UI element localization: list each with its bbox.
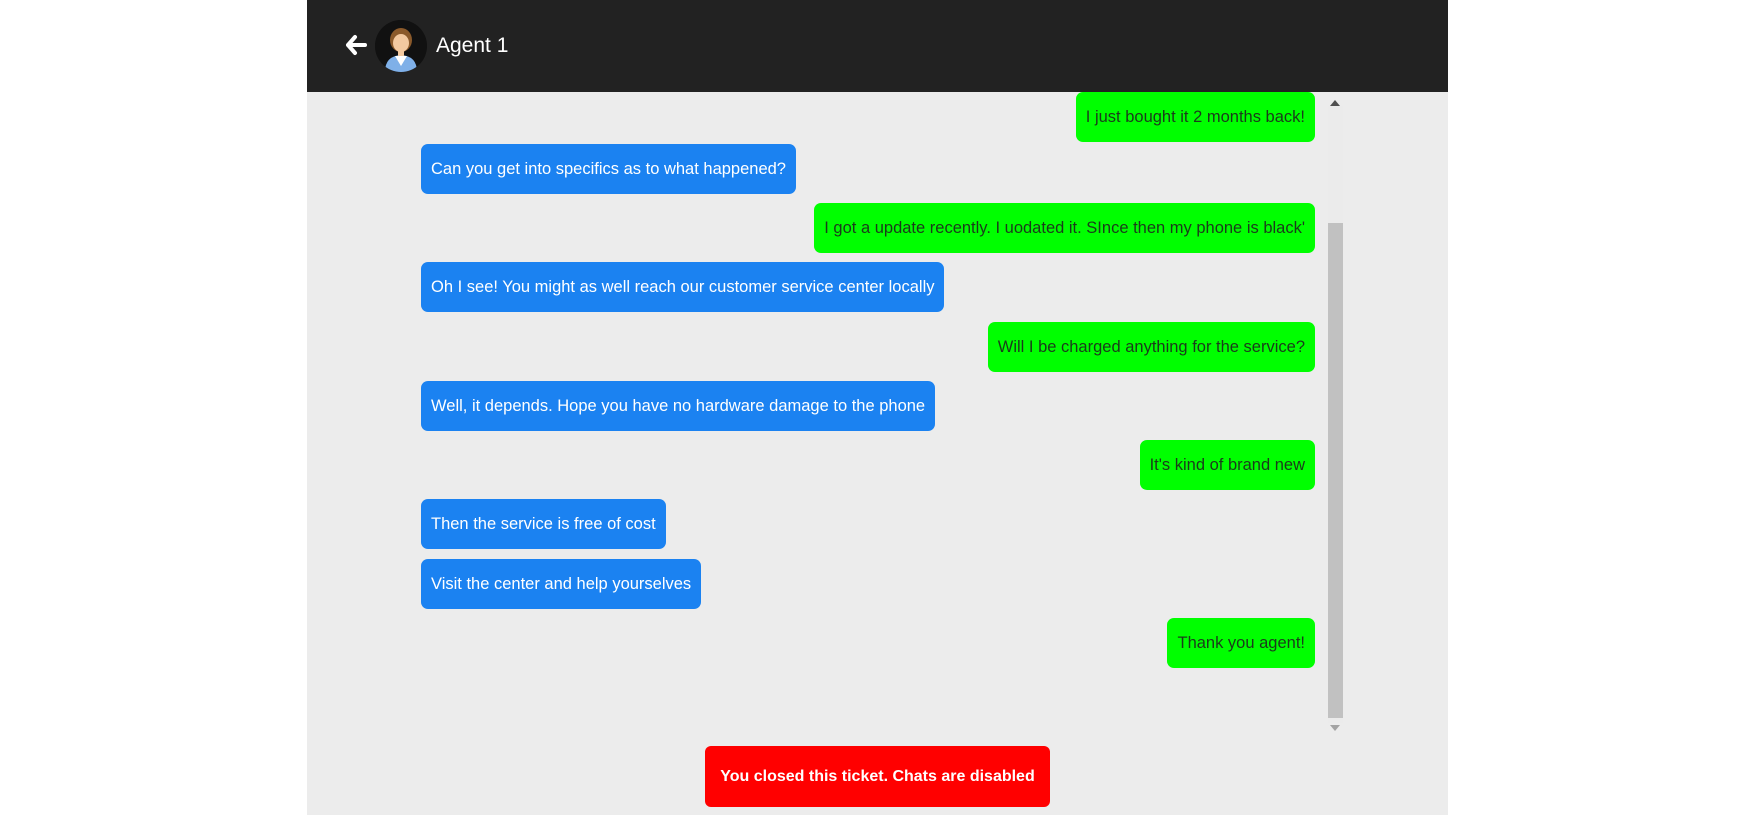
agent-avatar xyxy=(375,20,427,72)
user-message: I just bought it 2 months back! xyxy=(1075,92,1315,142)
chat-header: Agent 1 xyxy=(307,0,1448,92)
back-button[interactable] xyxy=(345,34,367,56)
chat-window: Agent 1 I just bought it 2 months back! … xyxy=(307,0,1448,815)
agent-name: Agent 1 xyxy=(436,34,509,57)
scrollbar-thumb[interactable] xyxy=(1328,223,1343,718)
agent-message: Well, it depends. Hope you have no hardw… xyxy=(421,381,936,431)
agent-message: Visit the center and help yourselves xyxy=(421,559,702,609)
scroll-down-arrow-icon[interactable] xyxy=(1330,725,1340,731)
scroll-up-arrow-icon[interactable] xyxy=(1330,100,1340,106)
user-message: Will I be charged anything for the servi… xyxy=(987,322,1315,372)
ticket-closed-banner: You closed this ticket. Chats are disabl… xyxy=(705,746,1050,807)
arrow-left-icon xyxy=(346,35,367,55)
user-message: Thank you agent! xyxy=(1167,618,1315,668)
female-agent-avatar-icon xyxy=(375,20,427,72)
user-message: It's kind of brand new xyxy=(1139,440,1315,490)
user-message: I got a update recently. I uodated it. S… xyxy=(814,203,1315,253)
agent-message: Then the service is free of cost xyxy=(421,499,666,549)
agent-message: Can you get into specifics as to what ha… xyxy=(421,144,796,194)
chat-scrollbar[interactable] xyxy=(1325,92,1343,737)
message-list: I just bought it 2 months back! Can you … xyxy=(307,92,1448,737)
agent-message: Oh I see! You might as well reach our cu… xyxy=(421,262,945,312)
